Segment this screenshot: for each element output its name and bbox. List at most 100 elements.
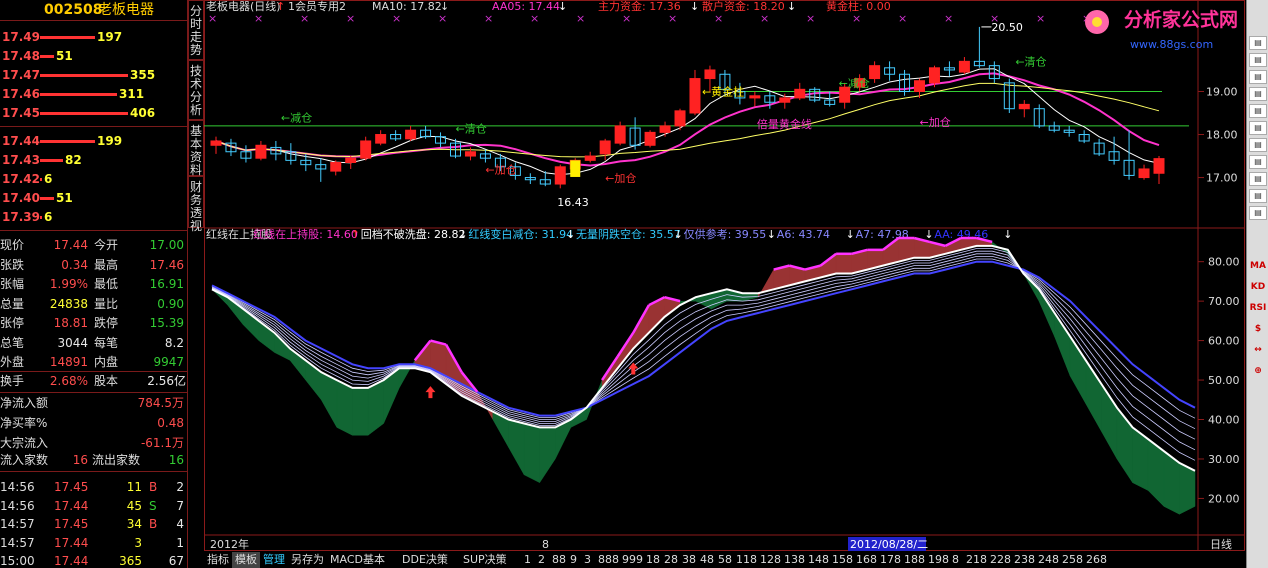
toolbar-square-icon[interactable]: ▤ xyxy=(1249,121,1267,135)
vtab-2[interactable]: 基本资料 xyxy=(188,120,204,177)
candle-body xyxy=(794,88,806,99)
toolbar-square-icon[interactable]: ▤ xyxy=(1249,189,1267,203)
bottom-tab-32[interactable]: 248 xyxy=(1035,552,1062,568)
bottom-tab-6[interactable]: SUP决策 xyxy=(460,552,510,568)
toolbar-square-icon[interactable]: ▤ xyxy=(1249,155,1267,169)
bottom-tab-15[interactable]: 28 xyxy=(661,552,681,568)
bottom-tab-5[interactable]: DDE决策 xyxy=(399,552,451,568)
bid-row[interactable]: 17.43 82 xyxy=(0,151,188,170)
flow-value: 0.48 xyxy=(157,416,184,430)
tick-bs: B xyxy=(149,480,158,494)
bid-row[interactable]: 17.40 51 xyxy=(0,189,188,208)
ma5-line xyxy=(215,68,1160,176)
bottom-tab-20[interactable]: 128 xyxy=(757,552,784,568)
toolbar-icon-4[interactable]: ↔ xyxy=(1249,342,1267,358)
bottom-tab-13[interactable]: 999 xyxy=(619,552,646,568)
bid-row[interactable]: 17.44 199 xyxy=(0,132,188,151)
order-volume-bar xyxy=(40,55,54,58)
ma20-line xyxy=(215,82,1160,158)
tick-count: 1 xyxy=(176,535,184,550)
bottom-tab-29[interactable]: 218 xyxy=(963,552,990,568)
bottom-tab-30[interactable]: 228 xyxy=(987,552,1014,568)
bottom-tab-9[interactable]: 88 xyxy=(549,552,569,568)
vtab-0[interactable]: 分时走势 xyxy=(188,0,204,60)
toolbar-square-icon[interactable]: ▤ xyxy=(1249,138,1267,152)
candle-body xyxy=(869,65,881,80)
toolbar-square-icon[interactable]: ▤ xyxy=(1249,36,1267,50)
top-legend-item: MA10: 17.82 xyxy=(372,0,442,13)
bottom-tab-1[interactable]: 模板 xyxy=(232,552,260,568)
bottom-tab-10[interactable]: 9 xyxy=(567,552,580,568)
bottom-tab-24[interactable]: 168 xyxy=(853,552,880,568)
watermark-flower-center xyxy=(1092,17,1102,27)
top-legend-item: ↓ xyxy=(558,0,567,13)
toolbar-icon-0[interactable]: MA xyxy=(1249,258,1267,274)
toolbar-square-icon[interactable]: ▤ xyxy=(1249,104,1267,118)
ask-row[interactable]: 17.49 197 xyxy=(0,28,188,47)
bottom-tab-25[interactable]: 178 xyxy=(877,552,904,568)
candle-body xyxy=(345,157,357,163)
toolbar-square-icon[interactable]: ▤ xyxy=(1249,206,1267,220)
indicator-fill xyxy=(1038,288,1055,337)
bottom-tab-33[interactable]: 258 xyxy=(1059,552,1086,568)
bottom-tab-11[interactable]: 3 xyxy=(581,552,594,568)
toolbar-square-icon[interactable]: ▤ xyxy=(1249,87,1267,101)
order-price: 17.45 xyxy=(2,106,40,120)
order-volume: 6 xyxy=(44,210,53,224)
quote-label: 量比 xyxy=(94,296,119,311)
tick-time: 14:56 xyxy=(0,480,35,494)
bottom-tab-0[interactable]: 指标 xyxy=(204,552,232,568)
bottom-tab-12[interactable]: 888 xyxy=(595,552,622,568)
bottom-tab-19[interactable]: 118 xyxy=(733,552,760,568)
quote-value: 17.46 xyxy=(149,257,184,272)
toolbar-square-icon[interactable]: ▤ xyxy=(1249,70,1267,84)
legend-marker: × xyxy=(760,12,769,25)
tick-row: 14:57 17.45 34 B 4 xyxy=(0,515,188,533)
toolbar-icon-1[interactable]: KD xyxy=(1249,279,1267,295)
tick-volume: 3 xyxy=(134,535,142,550)
toolbar-square-icon[interactable]: ▤ xyxy=(1249,53,1267,67)
flow-label: 净流入额 xyxy=(0,396,49,410)
order-price: 17.39 xyxy=(2,210,40,224)
order-volume: 311 xyxy=(119,87,145,101)
bottom-tab-4[interactable]: MACD基本 xyxy=(327,552,388,568)
bottom-tab-23[interactable]: 158 xyxy=(829,552,856,568)
legend-marker: × xyxy=(438,12,447,25)
bid-row[interactable]: 17.42 6 xyxy=(0,170,188,189)
toolbar-square-icon[interactable]: ▤ xyxy=(1249,172,1267,186)
vtab-3[interactable]: 财务透视 xyxy=(188,176,204,233)
bottom-tab-22[interactable]: 148 xyxy=(805,552,832,568)
order-volume-bar xyxy=(40,216,42,219)
ask-row[interactable]: 17.48 51 xyxy=(0,47,188,66)
bottom-tab-31[interactable]: 238 xyxy=(1011,552,1038,568)
toolbar-icon-2[interactable]: RSI xyxy=(1249,300,1267,316)
bottom-tab-17[interactable]: 48 xyxy=(697,552,717,568)
vtab-1[interactable]: 技术分析 xyxy=(188,60,204,120)
bottom-tab-16[interactable]: 38 xyxy=(679,552,699,568)
bottom-tab-34[interactable]: 268 xyxy=(1083,552,1110,568)
main-chart-area[interactable]: 19.00 18.00 17.00 20.50 16.43 ←减仓 ←清仓 ←加仓 ←加仓 ←黄金… xyxy=(204,0,1245,568)
toolbar-icon-5[interactable]: ⊕ xyxy=(1249,363,1267,379)
bottom-tab-2[interactable]: 管理 xyxy=(260,552,288,568)
bottom-tab-21[interactable]: 138 xyxy=(781,552,808,568)
bid-row[interactable]: 17.39 6 xyxy=(0,208,188,227)
legend-marker: × xyxy=(392,12,401,25)
candle-body xyxy=(405,129,417,140)
toolbar-icon-3[interactable]: $ xyxy=(1249,321,1267,337)
ask-row[interactable]: 17.47 355 xyxy=(0,66,188,85)
ask-row[interactable]: 17.46 311 xyxy=(0,85,188,104)
bottom-tab-26[interactable]: 188 xyxy=(901,552,928,568)
bottom-tab-28[interactable]: 8 xyxy=(949,552,962,568)
bottom-tab-3[interactable]: 另存为 xyxy=(288,552,327,568)
bottom-tab-7[interactable]: 1 xyxy=(521,552,534,568)
bottom-tab-18[interactable]: 58 xyxy=(715,552,735,568)
legend-marker: × xyxy=(530,12,539,25)
bottom-tab-27[interactable]: 198 xyxy=(925,552,952,568)
order-volume-bar xyxy=(40,74,128,77)
bottom-tab-8[interactable]: 2 xyxy=(535,552,548,568)
date-highlight: 2012/08/28/二 xyxy=(850,538,928,551)
candle-body xyxy=(958,60,970,73)
lower-legend-item: A6: 43.74 xyxy=(777,228,830,241)
bottom-tab-14[interactable]: 18 xyxy=(643,552,663,568)
ask-row[interactable]: 17.45 406 xyxy=(0,104,188,123)
